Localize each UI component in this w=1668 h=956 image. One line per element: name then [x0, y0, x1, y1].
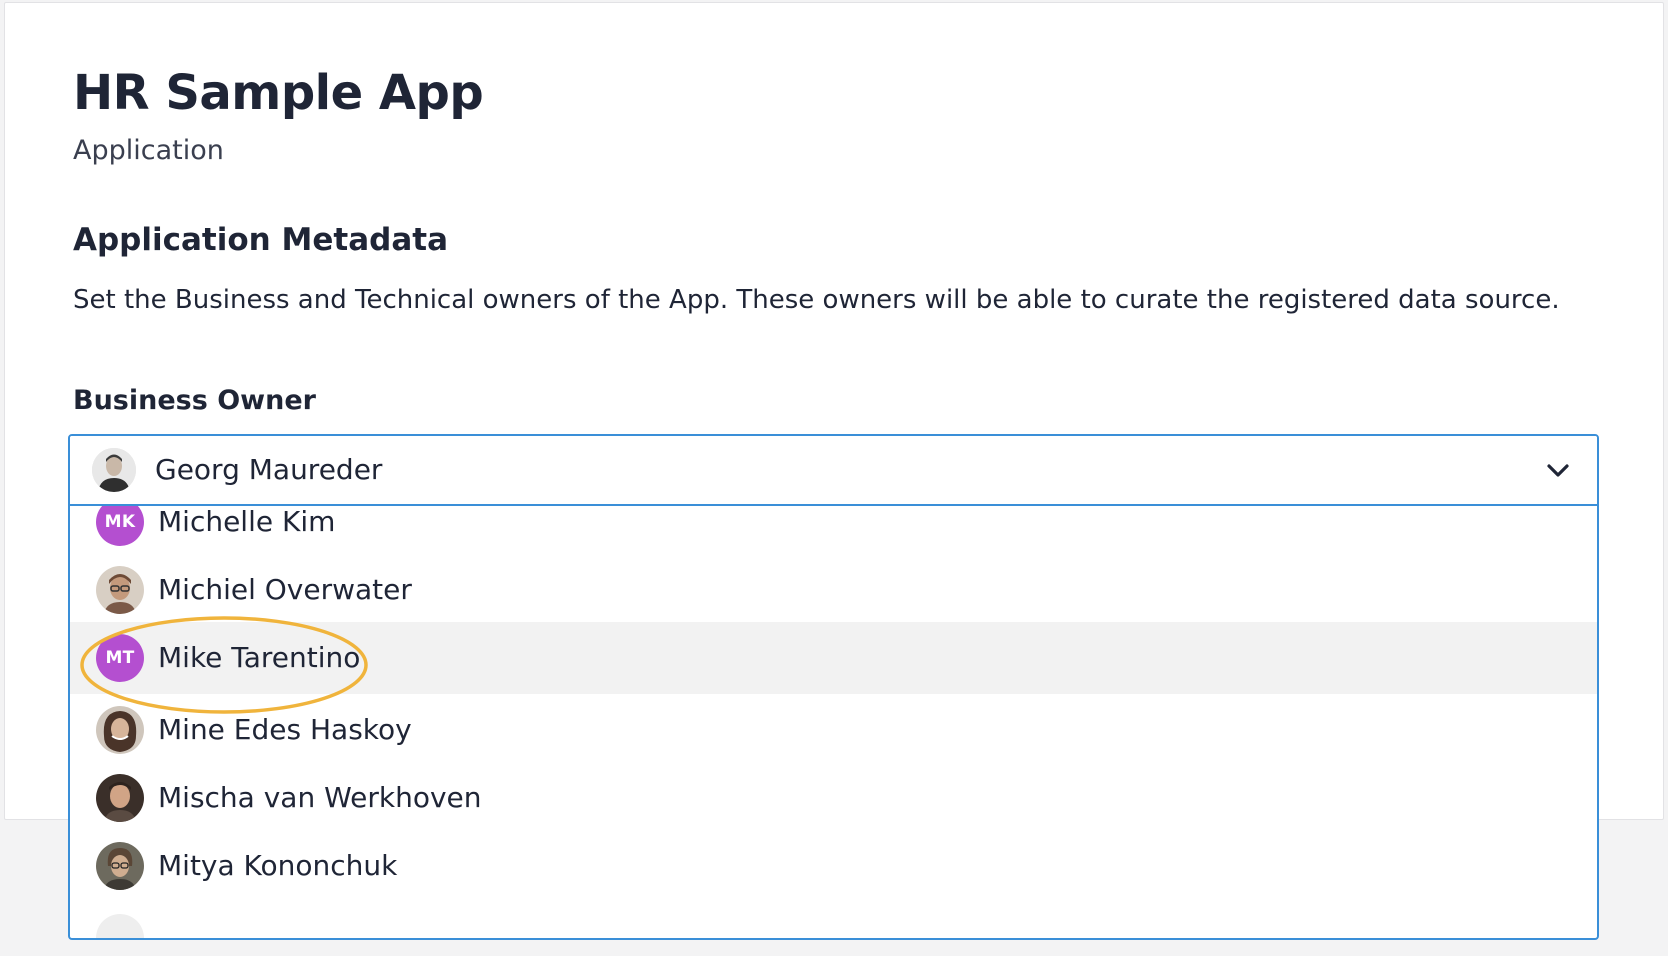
list-item-partial[interactable]	[70, 902, 1597, 938]
page-subtitle: Application	[73, 135, 224, 166]
avatar	[92, 448, 136, 492]
option-name: Michiel Overwater	[158, 573, 412, 606]
list-item-michiel-overwater[interactable]: Michiel Overwater	[70, 554, 1597, 626]
avatar	[96, 842, 144, 890]
section-title: Application Metadata	[73, 222, 448, 258]
option-name: Mike Tarentino	[158, 641, 361, 674]
option-name: Mischa van Werkhoven	[158, 781, 482, 814]
avatar: MT	[96, 634, 144, 682]
list-item-michelle-kim[interactable]: MK Michelle Kim	[70, 506, 1597, 558]
list-item-mine-edes-haskoy[interactable]: Mine Edes Haskoy	[70, 694, 1597, 766]
selected-owner: Georg Maureder	[155, 453, 383, 486]
person-photo-icon	[96, 842, 144, 890]
person-photo-icon	[96, 706, 144, 754]
chevron-down-icon[interactable]	[1541, 454, 1575, 488]
person-photo-icon	[96, 774, 144, 822]
owner-options-list: MK Michelle Kim Michiel Overwater MT Mik…	[70, 506, 1597, 938]
list-item-mike-tarentino[interactable]: MT Mike Tarentino	[70, 622, 1597, 694]
list-item-mitya-kononchuk[interactable]: Mitya Kononchuk	[70, 830, 1597, 902]
option-name: Michelle Kim	[158, 506, 336, 538]
list-item-mischa-van-werkhoven[interactable]: Mischa van Werkhoven	[70, 762, 1597, 834]
avatar	[96, 914, 144, 938]
business-owner-select[interactable]: Georg Maureder	[70, 436, 1597, 506]
avatar: MK	[96, 506, 144, 546]
avatar	[96, 566, 144, 614]
business-owner-label: Business Owner	[73, 385, 316, 416]
avatar	[96, 774, 144, 822]
avatar	[96, 706, 144, 754]
person-photo-icon	[92, 448, 136, 492]
section-description: Set the Business and Technical owners of…	[73, 285, 1560, 315]
option-name: Mitya Kononchuk	[158, 849, 398, 882]
page-title: HR Sample App	[73, 65, 484, 121]
business-owner-dropdown[interactable]: Georg Maureder MK Michelle Kim Michiel O…	[68, 434, 1599, 940]
person-photo-icon	[96, 566, 144, 614]
option-name: Mine Edes Haskoy	[158, 713, 412, 746]
